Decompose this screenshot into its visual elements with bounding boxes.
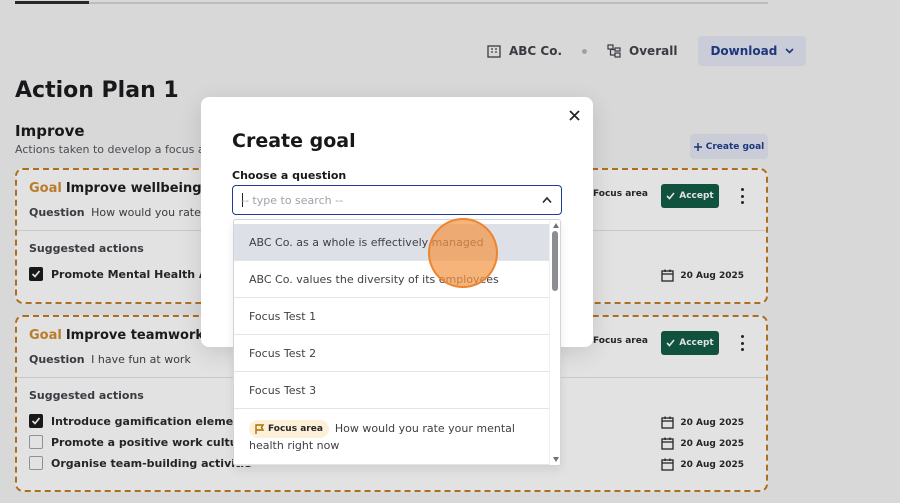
scroll-up-arrow[interactable] — [553, 223, 559, 228]
scroll-down-arrow[interactable] — [553, 457, 559, 462]
chevron-up-icon[interactable] — [542, 196, 552, 204]
close-icon[interactable] — [566, 107, 582, 123]
focus-area-badge-label: Focus area — [268, 424, 323, 434]
question-option-focus[interactable]: Focus area How would you rate your menta… — [234, 409, 551, 465]
flag-icon — [255, 423, 265, 434]
question-option[interactable]: Focus Test 1 — [234, 298, 551, 335]
scroll-thumb[interactable] — [552, 231, 558, 291]
dropdown-scrollbar[interactable] — [549, 220, 560, 465]
modal-title: Create goal — [232, 130, 356, 152]
focus-area-badge: Focus area — [249, 420, 329, 438]
question-option[interactable]: ABC Co. values the diversity of its empl… — [234, 261, 551, 298]
click-indicator — [428, 218, 498, 288]
question-field-label: Choose a question — [232, 169, 347, 182]
question-search-input[interactable] — [241, 192, 521, 208]
question-option[interactable]: Focus Test 2 — [234, 335, 551, 372]
question-select[interactable] — [232, 185, 562, 215]
question-dropdown-list: ABC Co. as a whole is effectively manage… — [233, 219, 561, 466]
question-option[interactable]: ABC Co. as a whole is effectively manage… — [234, 224, 551, 261]
question-option[interactable]: Focus Test 3 — [234, 372, 551, 409]
